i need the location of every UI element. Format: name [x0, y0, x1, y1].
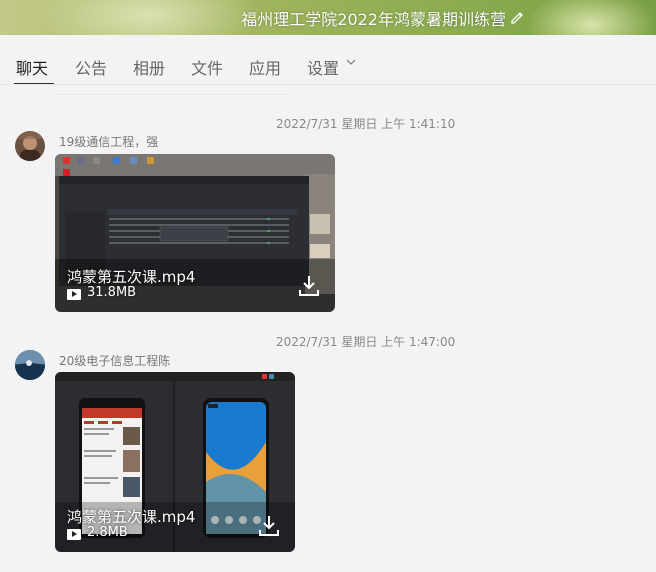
video-file-name: 鸿蒙第五次课.mp4 [67, 268, 196, 286]
tab-settings[interactable]: 设置 [307, 55, 339, 79]
title-bar-decoration-right [526, 0, 656, 35]
message-timestamp: 2022/7/31 星期日 上午 1:41:10 [276, 117, 456, 131]
avatar[interactable] [15, 350, 45, 380]
avatar[interactable] [15, 131, 45, 161]
title-bar-decoration [40, 0, 260, 35]
message-timestamp: 2022/7/31 星期日 上午 1:47:00 [276, 335, 456, 349]
download-icon[interactable] [297, 274, 321, 298]
video-file-size: 31.8MB [87, 285, 137, 300]
title-bar: 福州理工学院2022年鸿蒙暑期训练营 [0, 0, 656, 35]
group-title[interactable]: 福州理工学院2022年鸿蒙暑期训练营 [241, 6, 506, 30]
sender-name: 20级电子信息工程陈 [59, 354, 171, 368]
video-file-size: 2.8MB [87, 525, 128, 540]
tab-album[interactable]: 相册 [133, 55, 165, 79]
chevron-down-icon[interactable] [346, 57, 356, 67]
tab-chat[interactable]: 聊天 [16, 55, 48, 79]
tab-announcements[interactable]: 公告 [75, 55, 107, 79]
download-icon[interactable] [257, 514, 281, 538]
video-file-name: 鸿蒙第五次课.mp4 [67, 508, 196, 526]
tab-divider [0, 84, 656, 85]
video-file-message[interactable]: 鸿蒙第五次课.mp4 31.8MB [55, 154, 335, 312]
sender-name: 19级通信工程，强 [59, 135, 159, 149]
video-file-message[interactable]: 鸿蒙第五次课.mp4 2.8MB [55, 372, 295, 552]
video-play-icon [67, 289, 81, 300]
tab-apps[interactable]: 应用 [249, 55, 281, 79]
tab-files[interactable]: 文件 [191, 55, 223, 79]
edit-icon[interactable] [509, 9, 525, 25]
video-play-icon [67, 529, 81, 540]
divider [55, 94, 290, 95]
